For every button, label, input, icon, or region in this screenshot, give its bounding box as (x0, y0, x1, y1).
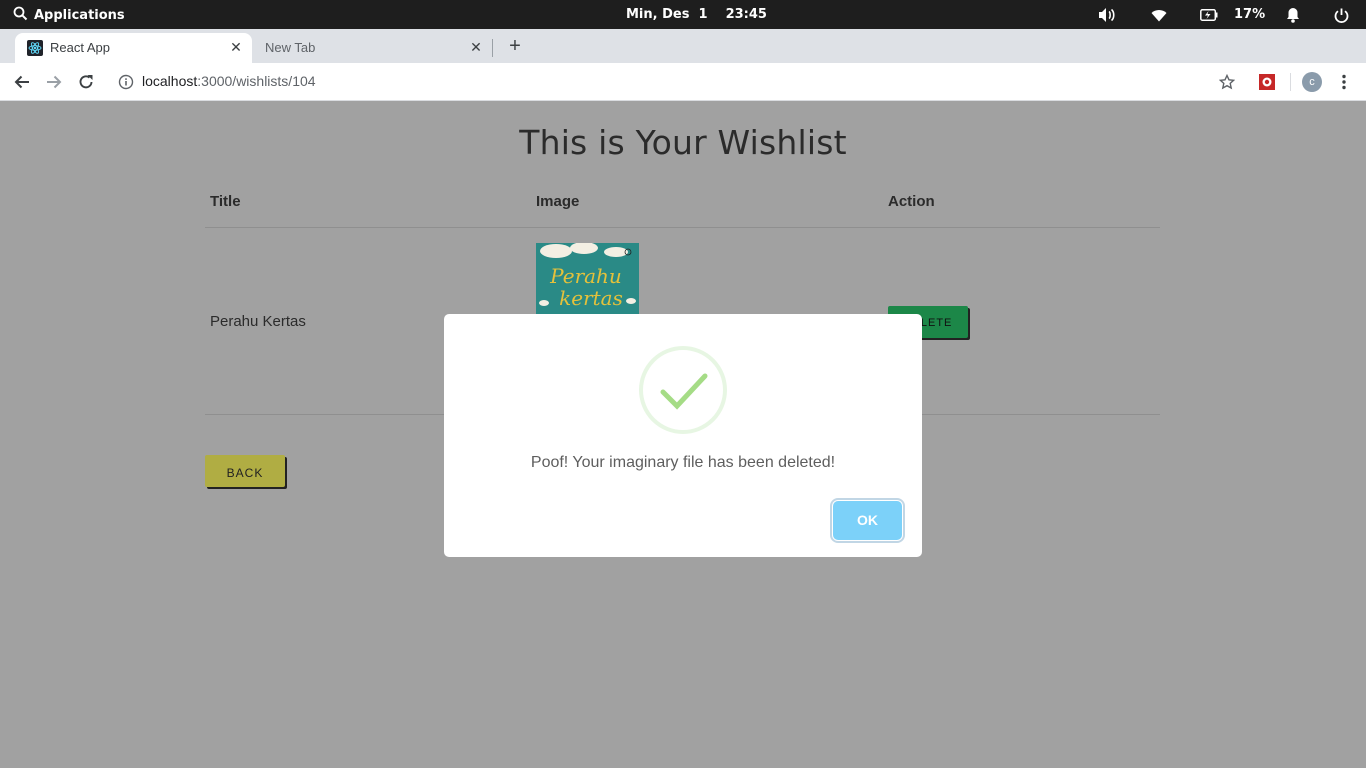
url-host: localhost (142, 73, 198, 89)
tab-new-tab[interactable]: New Tab ✕ (252, 33, 492, 63)
browser-tab-strip: React App ✕ New Tab ✕ + (0, 29, 1366, 63)
column-header-title: Title (210, 193, 241, 210)
profile-initial: c (1302, 72, 1322, 92)
column-header-action: Action (888, 193, 935, 210)
bookmark-star-icon[interactable] (1217, 72, 1237, 92)
wifi-icon[interactable] (1150, 6, 1168, 24)
tab-title: React App (50, 40, 110, 55)
svg-text:Perahu: Perahu (549, 264, 622, 288)
new-tab-button[interactable]: + (505, 36, 525, 56)
row-title: Perahu Kertas (210, 313, 306, 330)
tab-react-app[interactable]: React App ✕ (15, 33, 252, 63)
clock[interactable]: Min, Des 1 23:45 (626, 7, 767, 22)
date-label: Min, Des 1 (626, 7, 708, 22)
toolbar-divider (1290, 73, 1291, 91)
page-title: This is Your Wishlist (519, 123, 847, 162)
success-dialog: Poof! Your imaginary file has been delet… (444, 314, 922, 557)
header-divider (205, 227, 1160, 228)
svg-text:kertas: kertas (559, 286, 623, 310)
dialog-message: Poof! Your imaginary file has been delet… (530, 454, 836, 471)
back-button[interactable]: BACK (205, 455, 285, 487)
column-header-image: Image (536, 193, 580, 210)
close-tab-icon[interactable]: ✕ (468, 39, 484, 55)
battery-icon[interactable] (1200, 6, 1218, 24)
close-tab-icon[interactable]: ✕ (228, 39, 244, 55)
ok-button[interactable]: OK (833, 501, 902, 540)
extension-icon[interactable] (1257, 72, 1277, 92)
address-bar[interactable]: localhost:3000/wishlists/104 (142, 73, 316, 89)
url-path: :3000/wishlists/104 (197, 73, 316, 89)
volume-icon[interactable] (1098, 6, 1116, 24)
react-logo-icon (27, 40, 43, 56)
tab-title: New Tab (265, 40, 316, 55)
notification-bell-icon[interactable] (1284, 6, 1302, 24)
applications-label: Applications (34, 8, 125, 23)
back-arrow-icon[interactable] (12, 72, 32, 92)
tab-separator (492, 39, 493, 57)
success-check-icon (639, 346, 727, 434)
system-top-bar: Applications Min, Des 1 23:45 17% (0, 0, 1366, 29)
applications-menu[interactable]: Applications (13, 6, 125, 25)
more-menu-icon[interactable] (1334, 72, 1354, 92)
time-label: 23:45 (725, 7, 767, 22)
search-icon (13, 6, 28, 25)
reload-icon[interactable] (76, 72, 96, 92)
browser-toolbar: localhost:3000/wishlists/104 c (0, 63, 1366, 101)
profile-avatar[interactable]: c (1302, 72, 1322, 92)
battery-percent: 17% (1234, 7, 1266, 22)
forward-arrow-icon[interactable] (44, 72, 64, 92)
site-info-icon[interactable] (118, 74, 134, 90)
power-icon[interactable] (1332, 6, 1350, 24)
